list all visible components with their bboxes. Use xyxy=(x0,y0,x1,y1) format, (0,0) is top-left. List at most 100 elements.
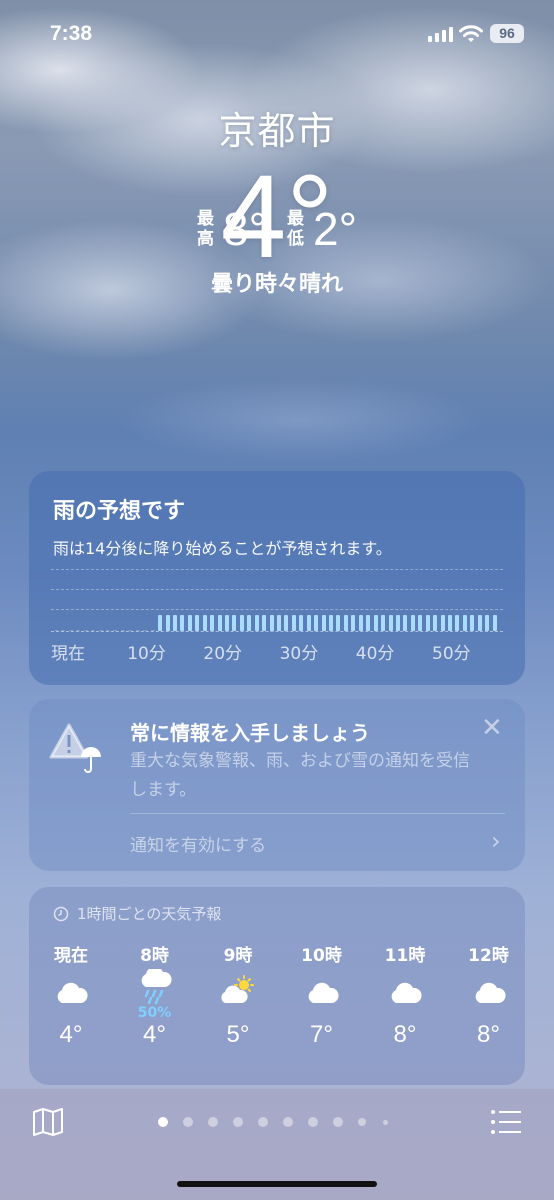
hour-label: 11時 xyxy=(384,946,426,966)
rain-bar xyxy=(68,630,73,631)
chart-x-labels: 現在 10分 20分 30分 40分 50分 xyxy=(51,639,503,664)
hourly-item: 9時 5° xyxy=(208,941,268,1049)
wifi-icon xyxy=(459,25,483,42)
rain-bar xyxy=(239,615,244,631)
rain-bar xyxy=(455,615,460,631)
page-dot[interactable] xyxy=(358,1118,366,1126)
x-tick-label: 20分 xyxy=(203,644,243,664)
page-dot[interactable] xyxy=(158,1117,168,1127)
cloud-icon xyxy=(459,965,519,1021)
home-indicator[interactable] xyxy=(177,1181,377,1187)
enable-notifications-link[interactable]: 通知を有効にする xyxy=(130,831,266,856)
x-tick-label: 40分 xyxy=(355,644,395,664)
rain-bar xyxy=(98,630,103,631)
rain-bar xyxy=(299,615,304,631)
rain-bar xyxy=(418,615,423,631)
page-indicator[interactable] xyxy=(0,1115,554,1129)
rain-bar xyxy=(336,615,341,631)
rain-bar xyxy=(425,615,430,631)
list-icon[interactable] xyxy=(490,1109,522,1135)
notification-card: 常に情報を入手しましょう 重大な気象警報、雨、および雪の通知を受信します。 ✕ … xyxy=(29,699,525,871)
chevron-right-icon[interactable]: › xyxy=(491,827,501,855)
alert-title: 常に情報を入手しましょう xyxy=(130,721,370,745)
rain-bar xyxy=(143,630,148,631)
rain-forecast-card[interactable]: 雨の予想です 雨は14分後に降り始めることが予想されます。 現在 10分 20分 30… xyxy=(29,471,525,685)
high-low: 最高 8° 最低 2° xyxy=(0,202,554,256)
rain-bar xyxy=(477,615,482,631)
rain-bar xyxy=(492,615,497,631)
cloud-icon xyxy=(41,965,101,1021)
hourly-forecast-card[interactable]: 1時間ごとの天気予報 現在 4° 8時 50% 4° 9時 5° 10時 7° 11時 8° 12時 8… xyxy=(29,887,525,1085)
bottom-toolbar xyxy=(0,1089,554,1200)
status-bar: 7:38 96 xyxy=(0,0,554,60)
precip-chance: 50% xyxy=(137,1005,172,1021)
rain-card-title: 雨の予想です xyxy=(53,499,186,524)
hour-temperature: 7° xyxy=(310,1021,333,1048)
x-tick-label: 30分 xyxy=(279,644,319,664)
rain-bar xyxy=(291,615,296,631)
x-tick-label: 現在 xyxy=(51,644,85,664)
rain-bar xyxy=(447,615,452,631)
rain-bar xyxy=(321,615,326,631)
rain-bar xyxy=(470,615,475,631)
rain-bar xyxy=(172,615,177,631)
low-temp-block: 最低 2° xyxy=(287,202,357,256)
cloud-icon xyxy=(292,965,352,1021)
page-dot[interactable] xyxy=(258,1117,268,1127)
rain-bar xyxy=(158,615,163,631)
page-dot[interactable] xyxy=(308,1117,318,1127)
precipitation-chart xyxy=(51,569,503,639)
cloud-rain-icon: 50% xyxy=(125,965,185,1021)
hourly-item: 10時 7° xyxy=(292,941,352,1049)
high-temperature: 8° xyxy=(223,203,267,255)
hour-temperature: 4° xyxy=(143,1021,166,1048)
page-dot[interactable] xyxy=(183,1117,193,1127)
rain-bar xyxy=(462,615,467,631)
high-temp-block: 最高 8° xyxy=(197,202,267,256)
rain-bar xyxy=(329,615,334,631)
hour-label: 10時 xyxy=(301,946,342,966)
rain-bar xyxy=(306,615,311,631)
condition-text: 曇り時々晴れ xyxy=(210,272,343,297)
rain-bar xyxy=(54,630,58,631)
rain-bar xyxy=(395,615,400,631)
rain-bar xyxy=(247,615,252,631)
hour-label: 現在 xyxy=(54,946,88,966)
rain-bar xyxy=(269,615,274,631)
hourly-header-label: 1時間ごとの天気予報 xyxy=(77,905,222,923)
status-time: 7:38 xyxy=(50,22,93,45)
rain-bar xyxy=(180,615,185,631)
page-dot[interactable] xyxy=(383,1119,388,1125)
hour-label: 9時 xyxy=(223,946,253,966)
city-name: 京都市 xyxy=(218,109,336,153)
warning-umbrella-icon xyxy=(49,723,101,773)
rain-bar xyxy=(128,630,133,631)
page-dot[interactable] xyxy=(233,1117,243,1127)
rain-bar xyxy=(135,630,140,631)
rain-bar xyxy=(485,615,490,631)
page-dot[interactable] xyxy=(208,1117,218,1127)
hourly-item: 12時 8° xyxy=(459,941,519,1049)
hour-temperature: 5° xyxy=(226,1021,250,1048)
battery-icon: 96 xyxy=(490,24,524,43)
rain-bar xyxy=(150,630,155,631)
rain-bar xyxy=(373,615,378,631)
rain-bar xyxy=(433,615,438,631)
rain-bar xyxy=(410,615,415,631)
hour-label: 8時 xyxy=(140,946,169,966)
rain-bar xyxy=(120,630,125,631)
rain-bar xyxy=(388,615,393,631)
rain-bar xyxy=(106,630,111,631)
rain-bar xyxy=(202,615,207,631)
page-dot[interactable] xyxy=(333,1117,343,1127)
hourly-item: 11時 8° xyxy=(375,941,435,1049)
rain-bar xyxy=(224,615,229,631)
close-icon[interactable]: ✕ xyxy=(481,713,503,743)
page-dot[interactable] xyxy=(283,1117,293,1127)
rain-bar xyxy=(210,615,215,631)
cloud-icon xyxy=(375,965,435,1021)
high-label: 最高 xyxy=(197,209,215,249)
hourly-item: 現在 4° xyxy=(41,941,101,1049)
clock-icon xyxy=(53,906,69,921)
rain-bar xyxy=(358,615,363,631)
